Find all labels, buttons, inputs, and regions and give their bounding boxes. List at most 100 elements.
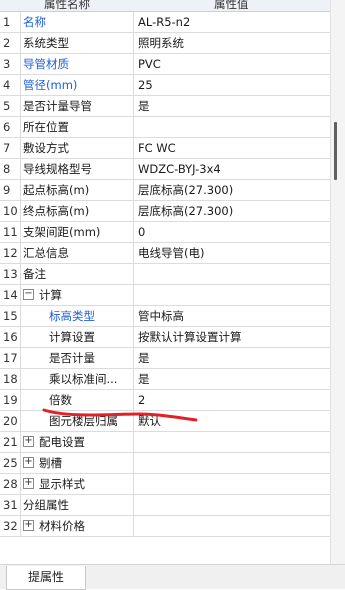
property-name-label: 图元楼层归属 <box>49 414 118 428</box>
property-value[interactable]: FC WC <box>133 138 330 158</box>
property-value[interactable]: 0 <box>133 222 330 242</box>
property-row[interactable]: 32 + 材料价格 <box>0 516 330 537</box>
property-value[interactable] <box>133 264 330 284</box>
property-name: + 配电设置 <box>20 432 133 452</box>
property-row[interactable]: 18 乘以标准间... 是 <box>0 369 330 390</box>
property-name-label: 支架间距(mm) <box>23 225 101 239</box>
property-row[interactable]: 12 汇总信息 电线导管(电) <box>0 243 330 264</box>
property-value[interactable] <box>133 516 330 536</box>
property-row[interactable]: 3 导管材质 PVC <box>0 54 330 75</box>
property-name-label: 乘以标准间... <box>49 372 118 386</box>
plus-box-icon[interactable]: + <box>23 520 34 531</box>
property-name: 是否计量导管 <box>20 96 133 116</box>
grid-header: 属性名称 属性值 <box>0 0 330 12</box>
property-name: 起点标高(m) <box>20 180 133 200</box>
property-name: 图元楼层归属 <box>20 411 133 431</box>
property-name-label: 所在位置 <box>23 120 69 134</box>
property-value[interactable]: 照明系统 <box>133 33 330 53</box>
property-name-label: 起点标高(m) <box>23 183 90 197</box>
property-row[interactable]: 1 名称 AL-R5-n2 <box>0 12 330 33</box>
property-value[interactable]: 是 <box>133 348 330 368</box>
property-row[interactable]: 9 起点标高(m) 层底标高(27.300) <box>0 180 330 201</box>
property-row[interactable]: 13 备注 <box>0 264 330 285</box>
property-name-label: 是否计量导管 <box>23 99 92 113</box>
property-name-label: 系统类型 <box>23 36 69 50</box>
property-value[interactable]: PVC <box>133 54 330 74</box>
property-name-label: 显示样式 <box>39 477 85 491</box>
property-value[interactable]: 层底标高(27.300) <box>133 201 330 221</box>
property-row[interactable]: 10 终点标高(m) 层底标高(27.300) <box>0 201 330 222</box>
property-value[interactable] <box>133 432 330 452</box>
header-name[interactable]: 属性名称 <box>44 0 90 12</box>
property-row[interactable]: 28 + 显示样式 <box>0 474 330 495</box>
footer-bar: 提属性 <box>0 564 345 590</box>
property-value[interactable]: 管中标高 <box>133 306 330 326</box>
property-row[interactable]: 5 是否计量导管 是 <box>0 96 330 117</box>
property-value[interactable]: WDZC-BYJ-3x4 <box>133 159 330 179</box>
property-name: 乘以标准间... <box>20 369 133 389</box>
row-number: 14 <box>3 288 18 302</box>
property-value[interactable]: 电线导管(电) <box>133 243 330 263</box>
property-row[interactable]: 7 敷设方式 FC WC <box>0 138 330 159</box>
property-row[interactable]: 19 倍数 2 <box>0 390 330 411</box>
property-row[interactable]: 14− 计算 <box>0 285 330 306</box>
property-value[interactable]: 默认 <box>133 411 330 431</box>
plus-box-icon[interactable]: + <box>23 478 34 489</box>
property-value[interactable] <box>133 495 330 515</box>
property-name: + 剔槽 <box>20 453 133 473</box>
property-value[interactable] <box>133 117 330 137</box>
property-value[interactable]: AL-R5-n2 <box>133 12 330 32</box>
property-value[interactable]: 按默认计算设置计算 <box>133 327 330 347</box>
property-row[interactable]: 11 支架间距(mm) 0 <box>0 222 330 243</box>
row-number: 9 <box>3 183 11 197</box>
property-value[interactable]: 2 <box>133 390 330 410</box>
row-number: 20 <box>3 414 18 428</box>
property-value[interactable]: 25 <box>133 75 330 95</box>
property-row[interactable]: 8 导线规格型号 WDZC-BYJ-3x4 <box>0 159 330 180</box>
property-name: + 材料价格 <box>20 516 133 536</box>
row-number: 5 <box>3 99 11 113</box>
property-value[interactable]: 层底标高(27.300) <box>133 180 330 200</box>
property-name: 系统类型 <box>20 33 133 53</box>
property-name-label: 剔槽 <box>39 456 62 470</box>
property-row[interactable]: 16 计算设置 按默认计算设置计算 <box>0 327 330 348</box>
row-number: 32 <box>3 519 18 533</box>
property-name-label: 倍数 <box>49 393 72 407</box>
property-value[interactable] <box>133 453 330 473</box>
row-number: 19 <box>3 393 18 407</box>
property-row[interactable]: 20 图元楼层归属 默认 <box>0 411 330 432</box>
property-row[interactable]: 25 + 剔槽 <box>0 453 330 474</box>
property-row[interactable]: 6 所在位置 <box>0 117 330 138</box>
plus-box-icon[interactable]: + <box>23 436 34 447</box>
property-value[interactable] <box>133 474 330 494</box>
row-number: 10 <box>3 204 18 218</box>
scrollbar-thumb[interactable] <box>334 122 337 180</box>
row-number: 12 <box>3 246 18 260</box>
property-name-label: 计算设置 <box>49 330 95 344</box>
property-name: 导线规格型号 <box>20 159 133 179</box>
property-name: 支架间距(mm) <box>20 222 133 242</box>
property-name-label: 导线规格型号 <box>23 162 92 176</box>
property-value[interactable] <box>133 285 330 305</box>
minus-box-icon[interactable]: − <box>23 289 34 300</box>
vertical-scrollbar[interactable] <box>330 0 345 564</box>
property-name-label: 名称 <box>23 15 46 29</box>
plus-box-icon[interactable]: + <box>23 457 34 468</box>
property-row[interactable]: 15 标高类型 管中标高 <box>0 306 330 327</box>
header-value[interactable]: 属性值 <box>214 0 249 12</box>
property-name-label: 导管材质 <box>23 57 69 71</box>
property-name: 计算设置 <box>20 327 133 347</box>
property-row[interactable]: 2 系统类型 照明系统 <box>0 33 330 54</box>
property-row[interactable]: 17 是否计量 是 <box>0 348 330 369</box>
property-name: 分组属性 <box>20 495 133 515</box>
property-name: − 计算 <box>20 285 133 305</box>
property-row[interactable]: 21 + 配电设置 <box>0 432 330 453</box>
property-row[interactable]: 31 分组属性 <box>0 495 330 516</box>
property-value[interactable]: 是 <box>133 369 330 389</box>
property-row[interactable]: 4 管径(mm) 25 <box>0 75 330 96</box>
property-name: 汇总信息 <box>20 243 133 263</box>
property-value[interactable]: 是 <box>133 96 330 116</box>
tab-properties[interactable]: 提属性 <box>6 566 86 590</box>
row-number: 28 <box>3 477 18 491</box>
row-number: 16 <box>3 330 18 344</box>
